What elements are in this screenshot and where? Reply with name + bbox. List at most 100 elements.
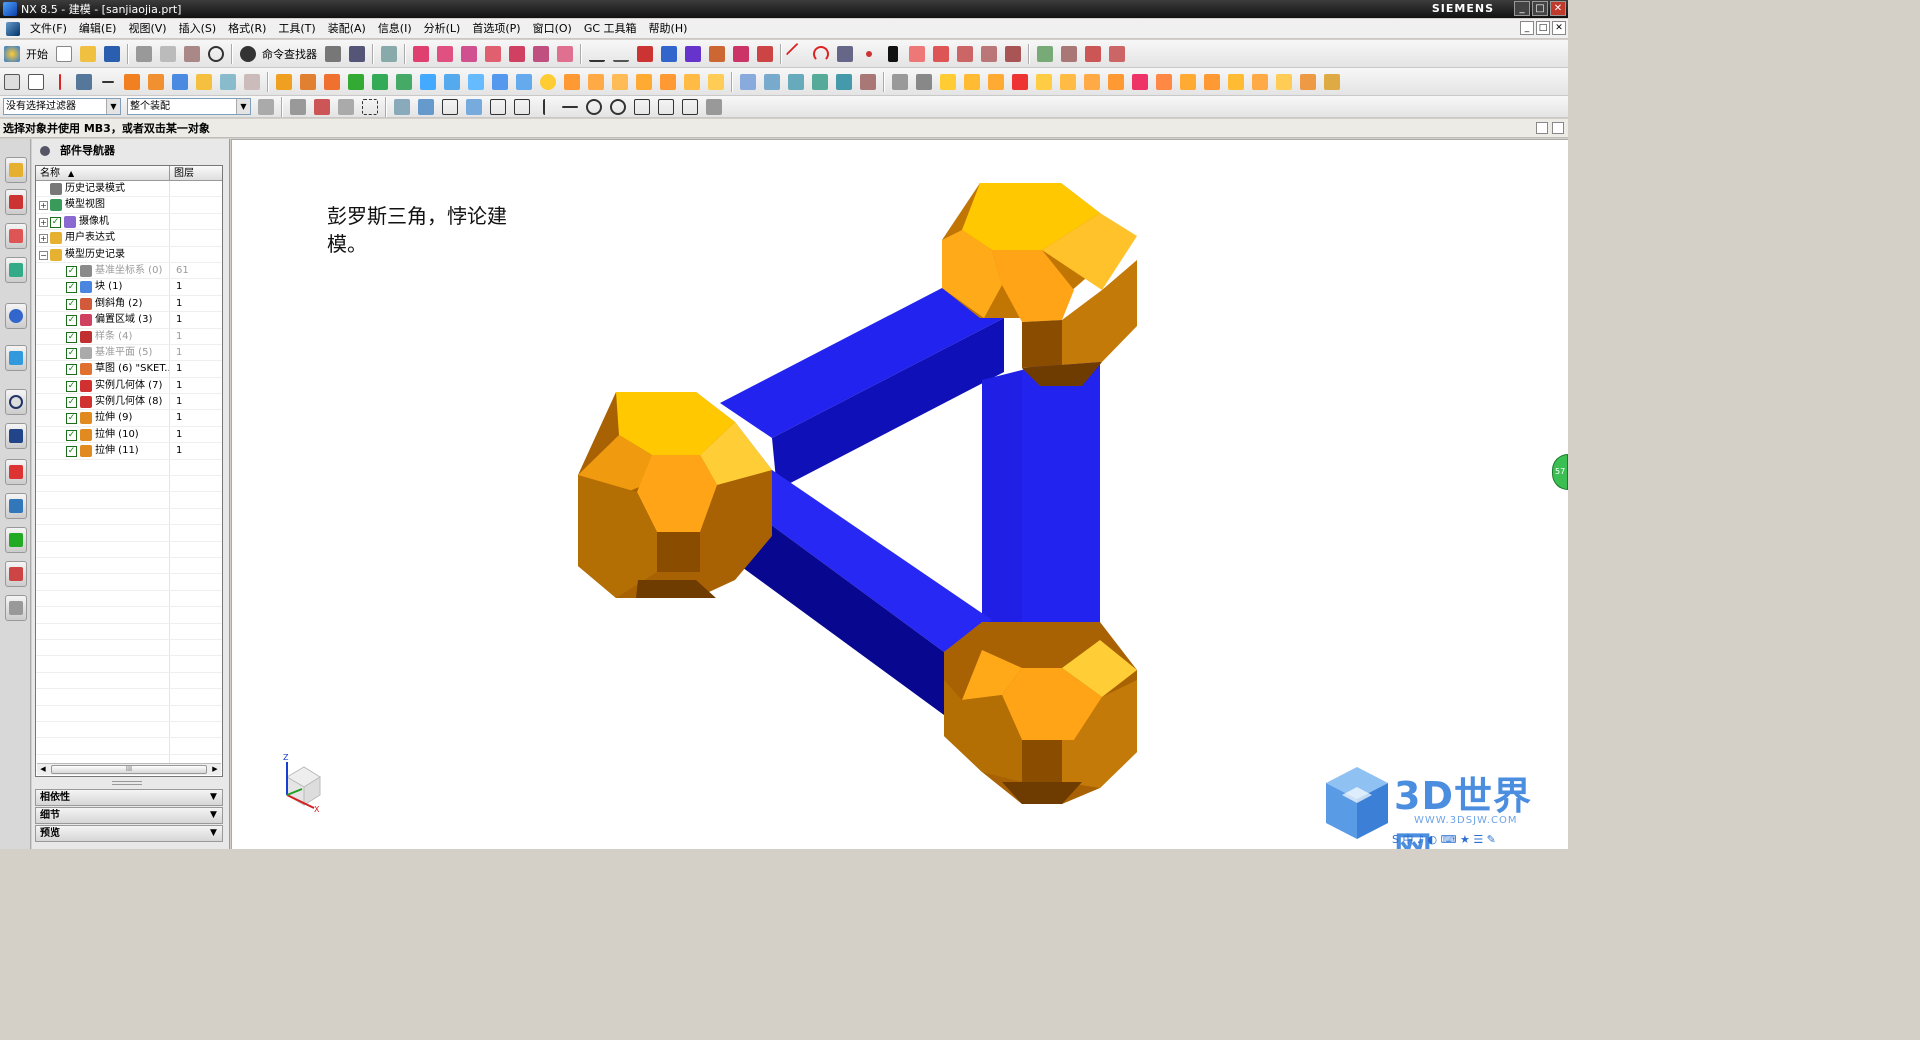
palette-icon[interactable] [5,595,27,621]
menu-help[interactable]: 帮助(H) [643,19,694,39]
details-panel[interactable]: 细节 ▼ [35,807,223,824]
follow-selection-icon[interactable] [335,96,357,117]
swept-icon[interactable] [833,71,855,93]
sew-icon[interactable] [705,71,727,93]
trim-body-icon[interactable] [561,71,583,93]
offset-region-icon[interactable] [937,71,959,93]
assembly-navigator-icon[interactable] [5,157,27,183]
text-curve-icon[interactable] [634,43,656,65]
sketch-curve-icon[interactable] [610,43,632,65]
extrude-icon[interactable] [121,71,143,93]
replace-face-icon[interactable] [961,71,983,93]
snap-on-curve-icon[interactable] [655,96,677,117]
type-filter-select[interactable]: 没有选择过滤器 ▼ [3,98,121,115]
general-filter-icon[interactable] [255,96,277,117]
tree-row[interactable]: + 模型视图 [36,197,222,214]
helix-icon[interactable] [834,43,856,65]
dependencies-panel[interactable]: 相依性 ▼ [35,789,223,806]
intersect-icon[interactable] [321,71,343,93]
cut-face-icon[interactable] [1057,71,1079,93]
checkbox-checked-icon[interactable]: ✓ [66,413,77,425]
preview-panel[interactable]: 预览 ▼ [35,825,223,842]
part-navigator-tree[interactable]: 名称 ▲ 图层 历史记录模式 + 模型视图 + ✓ 摄像机 + 用户表达式 − 模型历史记录 ✓ 基准坐… [35,165,223,777]
penrose-triangle-model[interactable]: Z X [232,140,1568,850]
expand-icon[interactable]: + [39,217,48,227]
checkbox-checked-icon[interactable]: ✓ [66,265,77,277]
datum-axis-icon[interactable] [49,71,71,93]
tree-row[interactable]: ✓ 基准坐标系 (0) 61 [36,262,222,280]
checkbox-checked-icon[interactable]: ✓ [66,282,77,294]
chevron-down-icon[interactable]: ▼ [106,99,120,114]
menu-edit[interactable]: 编辑(E) [73,19,123,39]
arc-icon[interactable] [810,43,832,65]
radial-dimension-icon[interactable] [1321,71,1343,93]
extract-icon[interactable] [658,43,680,65]
system-scene-icon[interactable] [5,561,27,587]
linear-dimension-icon[interactable] [1273,71,1295,93]
tree-row[interactable]: ✓ 拉伸 (10) 1 [36,426,222,444]
start-button[interactable]: 开始 [26,46,48,62]
tree-row[interactable]: ✓ 拉伸 (9) 1 [36,410,222,427]
text-icon[interactable] [882,43,904,65]
cylinder-icon[interactable] [489,71,511,93]
unite-icon[interactable] [273,71,295,93]
view-top-icon[interactable] [434,43,456,65]
checkbox-checked-icon[interactable]: ✓ [66,446,77,458]
checkbox-checked-icon[interactable]: ✓ [66,347,77,359]
part-navigator-icon[interactable] [5,223,27,249]
menu-insert[interactable]: 插入(S) [173,19,223,39]
open-folder-icon[interactable] [77,43,99,65]
system-materials-icon[interactable] [5,423,27,449]
tree-row[interactable]: ✓ 样条 (4) 1 [36,328,222,345]
roles-icon[interactable] [5,527,27,553]
divide-curve-icon[interactable] [954,43,976,65]
minimize-button[interactable]: _ [1514,1,1530,16]
pad-icon[interactable] [241,71,263,93]
doc-restore-button[interactable]: □ [1536,21,1550,35]
menu-window[interactable]: 窗口(O) [527,19,578,39]
datum-csys-icon[interactable] [73,71,95,93]
boss-icon[interactable] [193,71,215,93]
tree-row[interactable]: ✓ 实例几何体 (7) 1 [36,377,222,395]
make-tangent-icon[interactable] [1225,71,1247,93]
maximize-button[interactable]: □ [1532,1,1548,16]
menu-format[interactable]: 格式(R) [222,19,272,39]
through-curves-icon[interactable] [761,71,783,93]
cut-icon[interactable] [133,43,155,65]
block-icon[interactable] [465,71,487,93]
snap-grid-icon[interactable] [463,96,485,117]
mirror-icon[interactable] [441,71,463,93]
sketch-icon[interactable] [1,71,23,93]
tree-row[interactable]: ✓ 块 (1) 1 [36,279,222,296]
horizontal-scrollbar[interactable]: ◀ III ▶ [37,763,221,775]
tree-row[interactable]: − 模型历史记录 [36,246,222,263]
menu-tools[interactable]: 工具(T) [272,19,321,39]
thicken-icon[interactable] [633,71,655,93]
web-browser-icon[interactable] [5,345,27,371]
checkbox-checked-icon[interactable]: ✓ [66,315,77,327]
history-icon[interactable] [5,389,27,415]
angular-dimension-icon[interactable] [1297,71,1319,93]
panel-splitter[interactable] [112,781,142,785]
chevron-down-icon[interactable]: ▼ [236,99,250,114]
snap-midpoint-icon[interactable] [511,96,533,117]
tree-row[interactable]: ✓ 偏置区域 (3) 1 [36,312,222,329]
view-bottom-icon[interactable] [530,43,552,65]
snap-bounded-grid-icon[interactable] [703,96,725,117]
view-right-icon[interactable] [458,43,480,65]
edge-blend-icon[interactable] [345,71,367,93]
doc-close-button[interactable]: ✕ [1552,21,1566,35]
scale-body-icon[interactable] [681,71,703,93]
make-symmetric-icon[interactable] [1249,71,1271,93]
ime-status-bar[interactable]: S 中 ♪ ◐ ⌨ ★ ☰ ✎ [1392,831,1496,847]
project-curve-icon[interactable] [730,43,752,65]
tree-row[interactable]: + 用户表达式 [36,230,222,247]
checkbox-checked-icon[interactable]: ✓ [66,380,77,392]
doc-minimize-button[interactable]: _ [1520,21,1534,35]
collapse-icon[interactable]: − [39,250,48,260]
line-icon[interactable] [785,42,809,65]
snap-point-toggle-icon[interactable] [439,96,461,117]
datum-plane-icon[interactable] [25,71,47,93]
select-all-icon[interactable] [287,96,309,117]
sphere-icon[interactable] [537,71,559,93]
